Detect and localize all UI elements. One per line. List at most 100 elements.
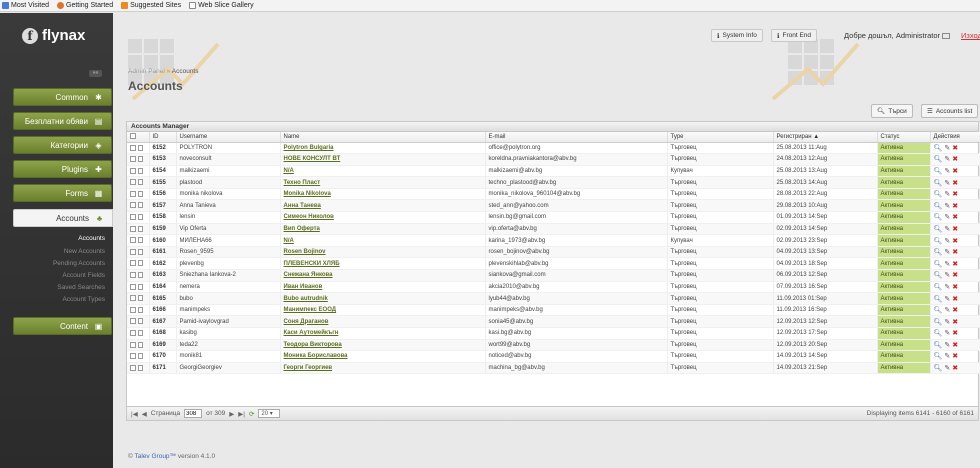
account-name-link[interactable]: Симеон Николов — [280, 211, 486, 224]
account-name-link[interactable]: НОВЕ КОНСУЛТ ВТ — [280, 153, 486, 166]
row-details-icon[interactable] — [137, 260, 143, 267]
view-icon[interactable]: 🔍︎ — [934, 203, 945, 210]
table-row[interactable]: 6161 Rosen_9595 Rosen Bojinov rosen_bojinov… — [127, 246, 980, 259]
table-row[interactable]: 6159 Vip Oferta Вип Оферта vip.oferta@abv.b… — [127, 223, 980, 236]
bookmark-suggested-sites[interactable]: Suggested Sites — [121, 2, 181, 9]
row-checkbox[interactable] — [130, 353, 136, 360]
sidebar-item-accounts[interactable]: Accounts ♣ — [13, 209, 113, 227]
delete-icon[interactable]: ✖ — [952, 319, 960, 326]
delete-icon[interactable]: ✖ — [952, 330, 960, 337]
view-icon[interactable]: 🔍︎ — [934, 353, 945, 360]
delete-icon[interactable]: ✖ — [952, 272, 960, 279]
table-row[interactable]: 6153 noveconsult НОВЕ КОНСУЛТ ВТ koreldna.p… — [127, 153, 980, 166]
column-header[interactable]: Name — [280, 132, 486, 143]
account-name-link[interactable]: Каси Аутомейкъгн — [280, 327, 486, 340]
delete-icon[interactable]: ✖ — [952, 226, 960, 233]
row-checkbox[interactable] — [130, 341, 136, 348]
account-name-link[interactable]: Monika Nikolova — [280, 188, 486, 201]
table-row[interactable]: 6168 kasibg Каси Аутомейкъгн kasi.bg@abv.bg… — [127, 327, 980, 340]
account-name-link[interactable]: Георги Георгиев — [280, 362, 486, 375]
row-details-icon[interactable] — [137, 144, 143, 151]
row-details-icon[interactable] — [137, 318, 143, 325]
row-details-icon[interactable] — [137, 179, 143, 186]
row-details-icon[interactable] — [137, 156, 143, 163]
account-name-link[interactable]: Иван Иванов — [280, 281, 486, 294]
sidebar-collapse-button[interactable]: «« — [89, 70, 102, 77]
account-name-link[interactable]: Моника Бориславова — [280, 350, 486, 363]
system-info-button[interactable]: ℹ System Info — [711, 29, 763, 42]
subnav-new-accounts[interactable]: New Accounts — [64, 248, 105, 255]
sidebar-item-plugins[interactable]: Plugins ✚ — [13, 160, 112, 178]
row-details-icon[interactable] — [137, 353, 143, 360]
row-checkbox[interactable] — [130, 202, 136, 209]
column-header[interactable]: E-mail — [485, 132, 668, 143]
row-checkbox[interactable] — [130, 167, 136, 174]
row-details-icon[interactable] — [137, 272, 143, 279]
subnav-saved-searches[interactable]: Saved Searches — [57, 284, 105, 291]
prev-page-icon[interactable]: ◀ — [142, 410, 147, 418]
row-details-icon[interactable] — [137, 167, 143, 174]
delete-icon[interactable]: ✖ — [952, 214, 960, 221]
row-details-icon[interactable] — [137, 295, 143, 302]
view-icon[interactable]: 🔍︎ — [934, 319, 945, 326]
account-name-link[interactable]: Теодора Викторова — [280, 339, 486, 352]
row-checkbox[interactable] — [130, 330, 136, 336]
subnav-account-fields[interactable]: Account Fields — [62, 272, 105, 279]
view-icon[interactable]: 🔍︎ — [934, 296, 945, 303]
first-page-icon[interactable]: |◀ — [131, 410, 138, 418]
bookmark-most-visited[interactable]: Most Visited — [2, 2, 49, 9]
account-name-link[interactable]: Соня Драганов — [280, 315, 486, 328]
view-icon[interactable]: 🔍︎ — [934, 191, 945, 198]
column-header[interactable]: Статус — [877, 132, 931, 143]
row-checkbox[interactable] — [130, 248, 136, 255]
view-icon[interactable]: 🔍︎ — [934, 330, 945, 337]
row-details-icon[interactable] — [137, 237, 143, 244]
view-icon[interactable]: 🔍︎ — [934, 156, 945, 163]
select-all-checkbox[interactable] — [130, 133, 136, 140]
per-page-select[interactable]: 20 ▾ — [258, 409, 281, 418]
view-icon[interactable]: 🔍︎ — [934, 261, 945, 268]
logout-link[interactable]: Изход — [961, 31, 980, 40]
breadcrumb-root[interactable]: Admin Panel — [128, 68, 165, 75]
view-icon[interactable]: 🔍︎ — [934, 226, 945, 233]
delete-icon[interactable]: ✖ — [952, 145, 960, 152]
accounts-list-button[interactable]: ☰ Accounts list — [921, 104, 979, 118]
table-row[interactable]: 6154 malkizaemi N/A malkizaemi@abv.bg Купува… — [127, 165, 980, 178]
view-icon[interactable]: 🔍︎ — [934, 307, 945, 314]
delete-icon[interactable]: ✖ — [952, 238, 960, 245]
table-row[interactable]: 6152 POLYTRON Polytron Bulgaria office@poly… — [127, 142, 980, 155]
company-link[interactable]: Talev Group™ — [135, 453, 177, 460]
sidebar-item-forms[interactable]: Forms ▦ — [13, 184, 112, 202]
view-icon[interactable]: 🔍︎ — [934, 272, 945, 279]
column-header[interactable]: Type — [667, 132, 774, 143]
delete-icon[interactable]: ✖ — [952, 365, 960, 372]
row-checkbox[interactable] — [130, 156, 136, 163]
table-row[interactable]: 6162 plevenbg ПЛЕВЕНСКИ ХЛЯБ plevenskihlab@… — [127, 257, 980, 271]
row-checkbox[interactable] — [130, 318, 136, 325]
row-checkbox[interactable] — [130, 364, 136, 371]
table-row[interactable]: 6163 Sniezhana Iankova-2 Снежана Янкова sia… — [127, 269, 980, 282]
delete-icon[interactable]: ✖ — [952, 249, 960, 256]
delete-icon[interactable]: ✖ — [952, 296, 960, 303]
table-row[interactable]: 6167 Pamid-ivaylovgrad Соня Драганов sonia4… — [127, 315, 980, 328]
subnav-accounts[interactable]: Accounts — [78, 235, 105, 242]
table-row[interactable]: 6156 monika nikolova Monika Nikolova monika… — [127, 188, 980, 201]
delete-icon[interactable]: ✖ — [952, 353, 960, 360]
table-row[interactable]: 6165 bubo Bubo autrudnik lyub44@abv.bg Търго… — [127, 292, 980, 305]
row-details-icon[interactable] — [137, 190, 143, 197]
row-checkbox[interactable] — [130, 272, 136, 279]
view-icon[interactable]: 🔍︎ — [934, 342, 945, 349]
table-row[interactable]: 6169 teda22 Теодора Викторова wort99@abv.bg… — [127, 339, 980, 352]
brand-logo[interactable]: f flynax — [22, 27, 85, 44]
account-name-link[interactable]: N/A — [280, 165, 486, 178]
row-checkbox[interactable] — [130, 179, 136, 186]
row-checkbox[interactable] — [130, 295, 136, 302]
row-checkbox[interactable] — [130, 214, 136, 221]
next-page-icon[interactable]: ▶ — [229, 410, 234, 418]
delete-icon[interactable]: ✖ — [952, 342, 960, 349]
delete-icon[interactable]: ✖ — [952, 191, 960, 198]
delete-icon[interactable]: ✖ — [952, 203, 960, 210]
view-icon[interactable]: 🔍︎ — [934, 238, 945, 245]
delete-icon[interactable]: ✖ — [952, 307, 960, 314]
account-name-link[interactable]: ПЛЕВЕНСКИ ХЛЯБ — [280, 257, 486, 271]
